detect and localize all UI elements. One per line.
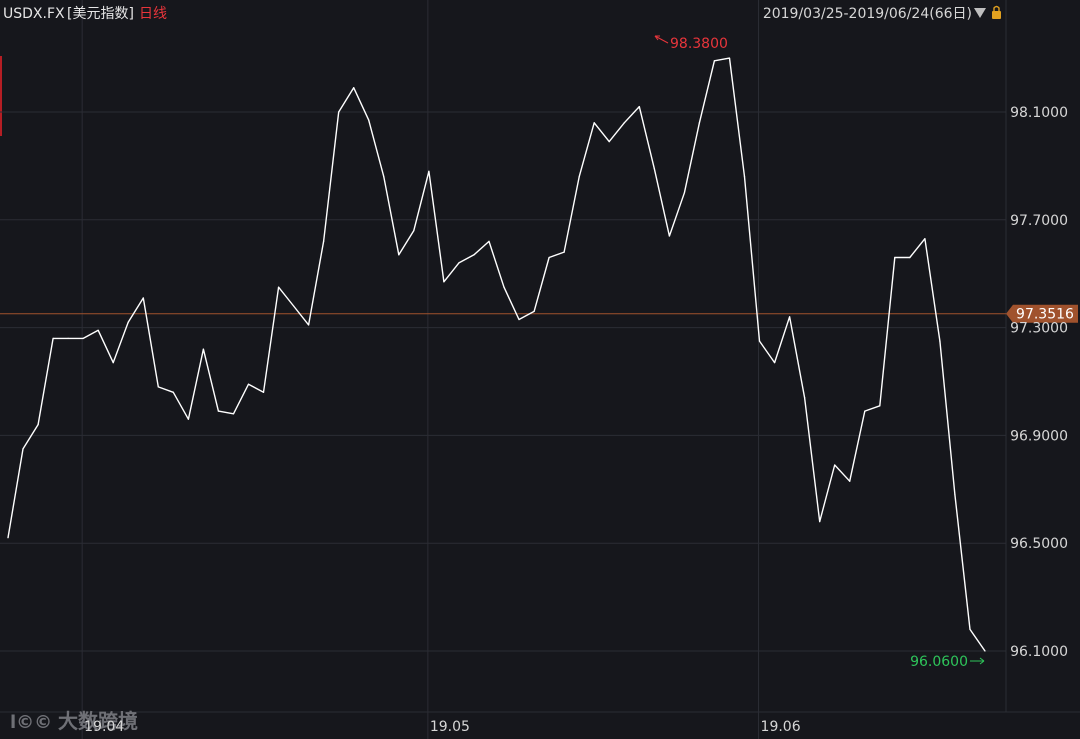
price-point <box>728 57 731 59</box>
price-point <box>112 362 114 364</box>
price-point <box>653 167 655 170</box>
price-point <box>22 448 24 450</box>
price-point <box>292 305 295 307</box>
price-point <box>668 235 670 237</box>
y-tick-label: 96.9000 <box>1010 428 1068 444</box>
price-point <box>638 106 640 108</box>
price-point <box>262 391 265 393</box>
price-chart[interactable]: l©© 大数跨境 19.04 19.05 19.06 97.3516 98.1000… <box>0 0 1080 739</box>
price-point <box>743 176 746 178</box>
price-point <box>323 240 325 242</box>
price-point <box>819 521 821 523</box>
price-point <box>473 254 475 256</box>
price-point <box>67 337 69 339</box>
price-point <box>578 176 580 178</box>
price-point <box>954 494 956 496</box>
max-value-label: 98.3800 <box>670 36 728 52</box>
chart-background <box>0 0 1080 739</box>
y-tick-label: 96.1000 <box>1010 644 1068 660</box>
price-point <box>593 122 595 124</box>
price-point <box>82 337 84 339</box>
price-point <box>773 362 776 364</box>
price-point <box>413 229 415 232</box>
price-point <box>804 397 806 399</box>
price-point <box>909 256 911 259</box>
price-point <box>353 87 355 89</box>
price-point <box>7 537 9 539</box>
price-point <box>518 318 520 321</box>
left-edge-marker <box>0 56 2 136</box>
price-point <box>713 60 716 62</box>
price-point <box>683 192 685 194</box>
price-point <box>969 628 971 631</box>
y-tick-label: 98.1000 <box>1010 105 1068 121</box>
y-tick-label: 96.5000 <box>1010 536 1068 552</box>
price-point <box>563 251 565 253</box>
period-label[interactable]: 日线 <box>139 6 167 22</box>
price-point <box>172 391 174 393</box>
price-point <box>232 413 235 415</box>
price-point <box>37 424 39 426</box>
price-point <box>428 170 430 172</box>
x-tick-label: 19.04 <box>84 719 124 735</box>
price-point <box>879 405 881 407</box>
price-point <box>924 238 926 240</box>
price-point <box>458 262 460 264</box>
price-point <box>277 286 280 288</box>
price-point <box>939 340 941 342</box>
price-point <box>52 337 54 339</box>
price-point <box>443 281 445 283</box>
price-point <box>142 297 144 299</box>
price-point <box>548 256 550 259</box>
price-point <box>247 383 250 385</box>
price-point <box>834 464 836 466</box>
price-point <box>984 650 986 652</box>
chart-area[interactable]: l©© 大数跨境 19.04 19.05 19.06 97.3516 98.1000… <box>0 0 1080 739</box>
watermark-logo: l©© <box>10 712 52 733</box>
price-point <box>894 256 896 259</box>
min-value-label: 96.0600 <box>910 654 968 670</box>
price-point <box>533 310 535 313</box>
price-point <box>202 348 204 350</box>
price-point <box>623 122 625 124</box>
price-point <box>157 386 159 388</box>
date-range[interactable]: 2019/03/25-2019/06/24(66日) <box>763 6 972 22</box>
price-point <box>789 316 791 318</box>
price-point <box>97 329 99 331</box>
price-point <box>849 480 851 482</box>
price-point <box>308 324 310 326</box>
x-tick-label: 19.05 <box>430 719 470 735</box>
price-point <box>488 240 490 242</box>
y-tick-label: 97.3000 <box>1010 321 1068 337</box>
price-point <box>698 122 701 124</box>
price-point <box>758 340 761 342</box>
price-point <box>187 418 189 420</box>
symbol-label: USDX.FX <box>3 6 65 22</box>
price-point <box>864 410 866 412</box>
price-point <box>608 141 610 143</box>
price-point <box>383 176 385 178</box>
symbol-name: [美元指数] <box>67 6 134 22</box>
price-point <box>127 321 129 323</box>
price-point <box>368 119 370 121</box>
price-point <box>217 410 220 412</box>
price-point <box>503 286 505 288</box>
x-tick-label: 19.06 <box>761 719 801 735</box>
y-tick-label: 97.7000 <box>1010 213 1068 229</box>
price-point <box>398 254 400 256</box>
price-point <box>338 111 340 113</box>
